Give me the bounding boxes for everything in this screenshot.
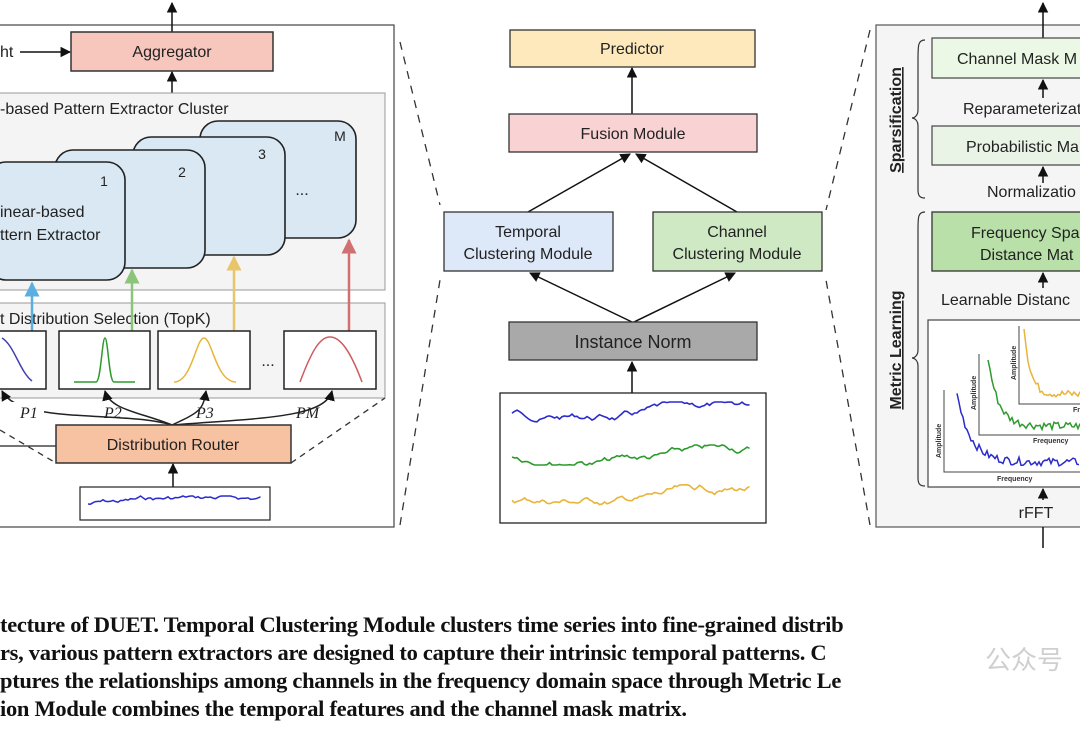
instance-norm-label: Instance Norm <box>574 332 691 352</box>
caption-line-1: tecture of DUET. Temporal Clustering Mod… <box>0 612 844 637</box>
rfft-label: rFFT <box>1019 505 1054 522</box>
ellipsis: ... <box>295 182 308 199</box>
card-index: 1 <box>100 173 108 189</box>
dashed-connector <box>825 29 871 211</box>
prob-label-p1: P1 <box>19 405 38 422</box>
card-index: 3 <box>258 146 266 162</box>
prob-label-pm: PM <box>295 405 321 422</box>
reparameterization-label: Reparameterizati <box>963 101 1080 118</box>
freq-matrix-label: Distance Mat <box>980 247 1074 264</box>
arrow <box>529 272 633 323</box>
input-label-fragment: ht <box>0 44 14 61</box>
card-index: M <box>334 128 346 144</box>
caption-line-3: ptures the relationships among channels … <box>0 668 842 693</box>
freq-matrix-label: Frequency Spa <box>971 225 1080 242</box>
channel-label: Channel <box>707 224 767 241</box>
channel-label: Clustering Module <box>673 246 802 263</box>
distribution-box-1 <box>0 330 47 390</box>
predictor-label: Predictor <box>600 41 665 58</box>
axis-label: Amplitude <box>1011 346 1018 380</box>
prob-label-p3: P3 <box>195 405 214 422</box>
caption-line-2: rs, various pattern extractors are desig… <box>0 640 827 665</box>
probabilistic-label: Probabilistic Ma <box>966 139 1079 156</box>
input-series-box <box>79 486 271 521</box>
axis-label: Fr <box>1073 407 1080 414</box>
arrow <box>633 272 736 323</box>
aggregator-label: Aggregator <box>132 44 212 61</box>
watermark: 公众号 <box>985 646 1064 676</box>
sparsification-label: Sparsification <box>888 67 905 173</box>
metric-learning-label: Metric Learning <box>888 290 905 409</box>
center-panel: Predictor Fusion Module Temporal Cluster… <box>443 29 823 524</box>
fusion-label: Fusion Module <box>581 126 686 143</box>
prob-label-p2: P2 <box>103 405 122 422</box>
arrow <box>527 153 631 213</box>
distribution-box-3 <box>157 330 251 390</box>
temporal-label: Temporal <box>495 224 561 241</box>
right-panel: Sparsification Metric Learning Channel M… <box>875 1 1080 548</box>
caption-line-4: ion Module combines the temporal feature… <box>0 696 687 721</box>
cluster-title: -based Pattern Extractor Cluster <box>0 101 229 118</box>
temporal-label: Clustering Module <box>464 246 593 263</box>
axis-label: Amplitude <box>936 424 943 458</box>
router-label: Distribution Router <box>107 437 240 454</box>
left-panel: ht Aggregator -based Pattern Extractor C… <box>0 1 395 528</box>
dashed-connector <box>399 279 441 526</box>
learnable-distance-label: Learnable Distanc <box>941 292 1070 309</box>
ellipsis: ... <box>261 353 274 370</box>
card-index: 2 <box>178 164 186 180</box>
axis-label: Frequency <box>1033 438 1069 445</box>
axis-label: Amplitude <box>971 376 978 410</box>
channel-mask-label: Channel Mask M <box>957 51 1077 68</box>
normalization-label: Normalizatio <box>987 184 1076 201</box>
axis-label: Frequency <box>997 476 1033 483</box>
dashed-connector <box>825 279 871 526</box>
distribution-box-m <box>283 330 377 390</box>
arrow <box>635 153 738 213</box>
extractor-label: inear-based <box>0 204 85 221</box>
dashed-connector <box>399 41 441 206</box>
extractor-label: ttern Extractor <box>0 227 101 244</box>
